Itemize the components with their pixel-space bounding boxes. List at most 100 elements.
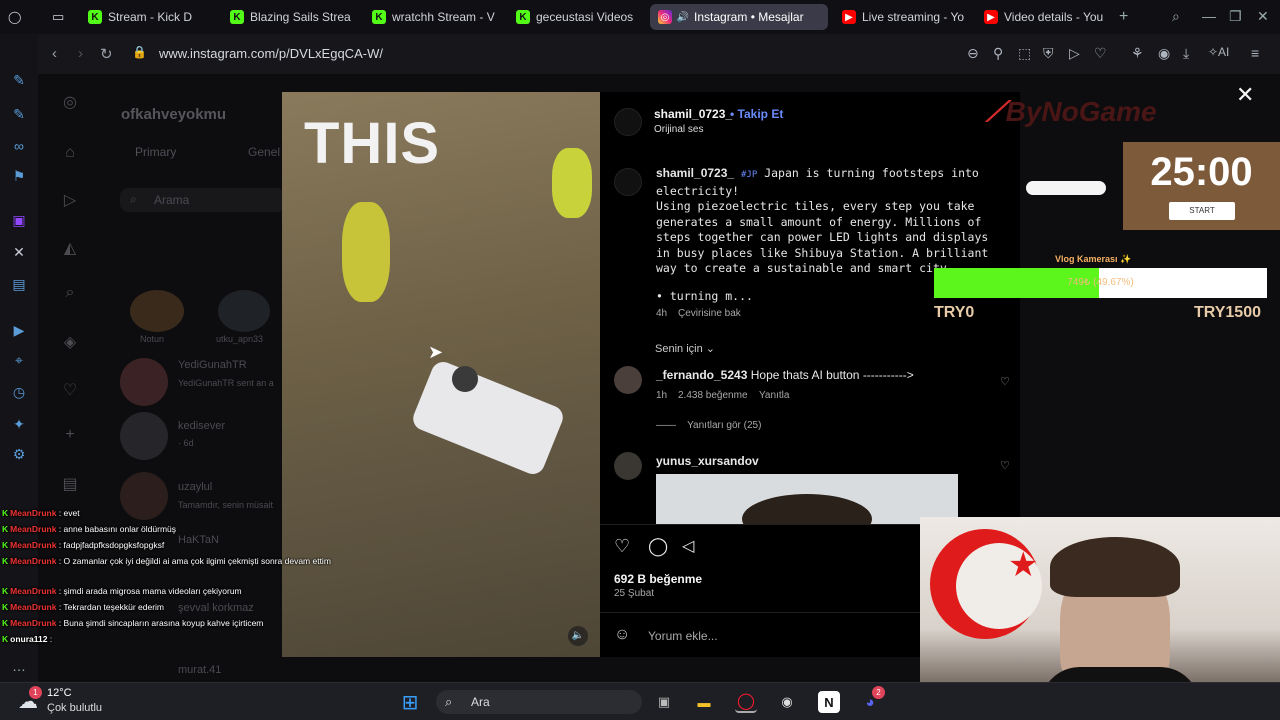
dm-search-input[interactable]: ⌕ Arama [120,188,285,212]
maximize-icon[interactable]: ❐ [1229,8,1242,25]
tab-geceustasi[interactable]: K gecеustasi Videos [508,4,644,30]
caption-author[interactable]: shamil_0723_ [656,166,734,180]
avatar[interactable] [614,366,642,394]
aria-ai-icon[interactable]: ✧AI [1208,45,1229,59]
forward-icon[interactable]: › [78,45,83,62]
notifications-icon[interactable]: ♡ [60,380,80,400]
more-icon[interactable]: … [9,656,29,676]
weather-temp[interactable]: 12°C [47,687,72,699]
tab-general[interactable]: Genel [248,145,280,159]
speaker-icon[interactable]: 🔊 [677,10,689,24]
more-icon[interactable]: ▤ [60,474,80,494]
comment-image[interactable] [656,474,958,524]
instagram-logo-icon[interactable]: ◎ [60,92,80,112]
tab-blazing-sails[interactable]: K Blazing Sails Strea [222,4,358,30]
tab-kick-stream[interactable]: K Stream - Kick D [80,4,216,30]
extensions-icon[interactable]: ⚘ [1131,45,1144,62]
back-icon[interactable]: ‹ [52,45,57,62]
taskbar-search[interactable]: ⌕ Ara [436,690,642,714]
app-icon[interactable]: ▤ [9,274,29,294]
ai-icon[interactable]: ∞ [9,136,29,156]
player-icon[interactable]: ▶ [9,320,29,340]
new-tab-icon[interactable]: + [1119,8,1128,26]
like-count[interactable]: 692 B beğenme [614,572,702,586]
account-icon[interactable]: ◉ [1158,45,1170,62]
timer-start-button[interactable]: START [1169,202,1235,220]
history-icon[interactable]: ◷ [9,382,29,402]
comment-user[interactable]: yunus_xursandov [656,454,759,468]
opera-menu-icon[interactable]: ◯ [0,4,22,30]
settings-icon[interactable]: ⚙ [9,444,29,464]
thread-name[interactable]: kedisever [178,420,225,432]
pin-icon[interactable]: ✎ [9,70,29,90]
comment-user[interactable]: _fernando_5243 [656,368,747,382]
extension-icon[interactable]: ⚑ [9,166,29,186]
file-explorer-icon[interactable]: ▬ [693,691,715,713]
create-icon[interactable]: + [60,426,80,446]
note-avatar[interactable] [130,290,184,332]
comment-input[interactable]: Yorum ekle... [648,629,718,643]
avatar[interactable] [614,108,642,136]
heart-icon[interactable]: ♡ [1094,45,1107,62]
pinboard-icon[interactable]: ⌖ [9,350,29,370]
dm-username[interactable]: ofkahveyokmu [121,106,226,123]
url-field[interactable]: www.instagram.com/p/DVLxEgqCA-W/ [159,46,383,61]
close-modal-icon[interactable]: ✕ [1236,82,1254,108]
like-comment-icon[interactable]: ♡ [1000,375,1010,388]
search-icon[interactable]: ⌕ [60,284,80,304]
note-avatar[interactable] [218,290,270,332]
zoom-icon[interactable]: ⊖ [967,45,979,62]
tab-youtube-details[interactable]: ▶ Video details - You [976,4,1112,30]
obs-icon[interactable]: ◉ [776,691,798,713]
lock-icon[interactable]: 🔒 [132,45,147,59]
for-you-filter[interactable]: Senin için ⌄ [655,342,715,355]
caption-tag[interactable]: #JP [741,170,757,180]
like-icon[interactable]: ♡ [614,536,630,557]
share-icon[interactable]: ◁ [682,536,694,556]
snapshot-icon[interactable]: ⬚ [1018,45,1031,62]
comment-icon[interactable]: ◯ [648,536,668,557]
reload-icon[interactable]: ↻ [100,45,113,63]
avatar[interactable] [614,168,642,196]
home-icon[interactable]: ⌂ [60,144,80,164]
opera-gx-icon[interactable]: ◯ [735,691,757,713]
twitch-icon[interactable]: ▣ [9,210,29,230]
tab-instagram[interactable]: ◎ 🔊 Instagram • Mesajlar [650,4,828,30]
comment-likes[interactable]: 2.438 beğenme [678,390,748,401]
avatar[interactable] [120,358,168,406]
avatar[interactable] [120,412,168,460]
reels-icon[interactable]: ▷ [60,190,80,210]
workspace-icon[interactable]: ▭ [44,4,66,30]
shield-icon[interactable]: ⛨ [1043,45,1054,62]
minimize-icon[interactable]: — [1202,8,1216,24]
search-tabs-icon[interactable]: ⌕ [1172,8,1180,25]
close-window-icon[interactable]: ✕ [1257,8,1269,25]
author-name[interactable]: shamil_0723_ [654,107,732,121]
follow-button[interactable]: • Takip Et [730,107,783,121]
notion-icon[interactable]: N [818,691,840,713]
menu-icon[interactable]: ≡ [1251,45,1259,61]
reply-button[interactable]: Yanıtla [759,390,789,401]
translate-link[interactable]: Çevirisine bak [678,308,741,319]
pin-icon[interactable]: ✎ [9,104,29,124]
windows-start-icon[interactable]: ⊞ [399,691,421,714]
audio-label[interactable]: Orijinal ses [654,124,703,135]
tab-youtube-live[interactable]: ▶ Live streaming - Yo [834,4,970,30]
explore-icon[interactable]: ◈ [60,332,80,352]
emoji-icon[interactable]: ☺ [614,626,630,644]
tab-primary[interactable]: Primary [135,145,176,159]
download-icon[interactable]: ⤓ [1183,45,1189,62]
mute-icon[interactable]: 🔈 [568,626,588,646]
extensions-icon[interactable]: ✦ [9,414,29,434]
task-view-icon[interactable]: ▣ [653,691,675,713]
weather-desc[interactable]: Çok bulutlu [47,702,102,714]
tab-wratchh[interactable]: K wratchh Stream - V [364,4,500,30]
x-icon[interactable]: ✕ [9,242,29,262]
pin-page-icon[interactable]: ⚲ [993,45,1003,62]
like-comment-icon[interactable]: ♡ [1000,459,1010,472]
avatar[interactable] [614,452,642,480]
thread-name[interactable]: YediGunahTR [178,359,247,371]
thread-name[interactable]: murat.41 [178,664,221,676]
view-replies-button[interactable]: —— Yanıtları gör (25) [656,420,761,431]
send-icon[interactable]: ▷ [1069,45,1080,62]
